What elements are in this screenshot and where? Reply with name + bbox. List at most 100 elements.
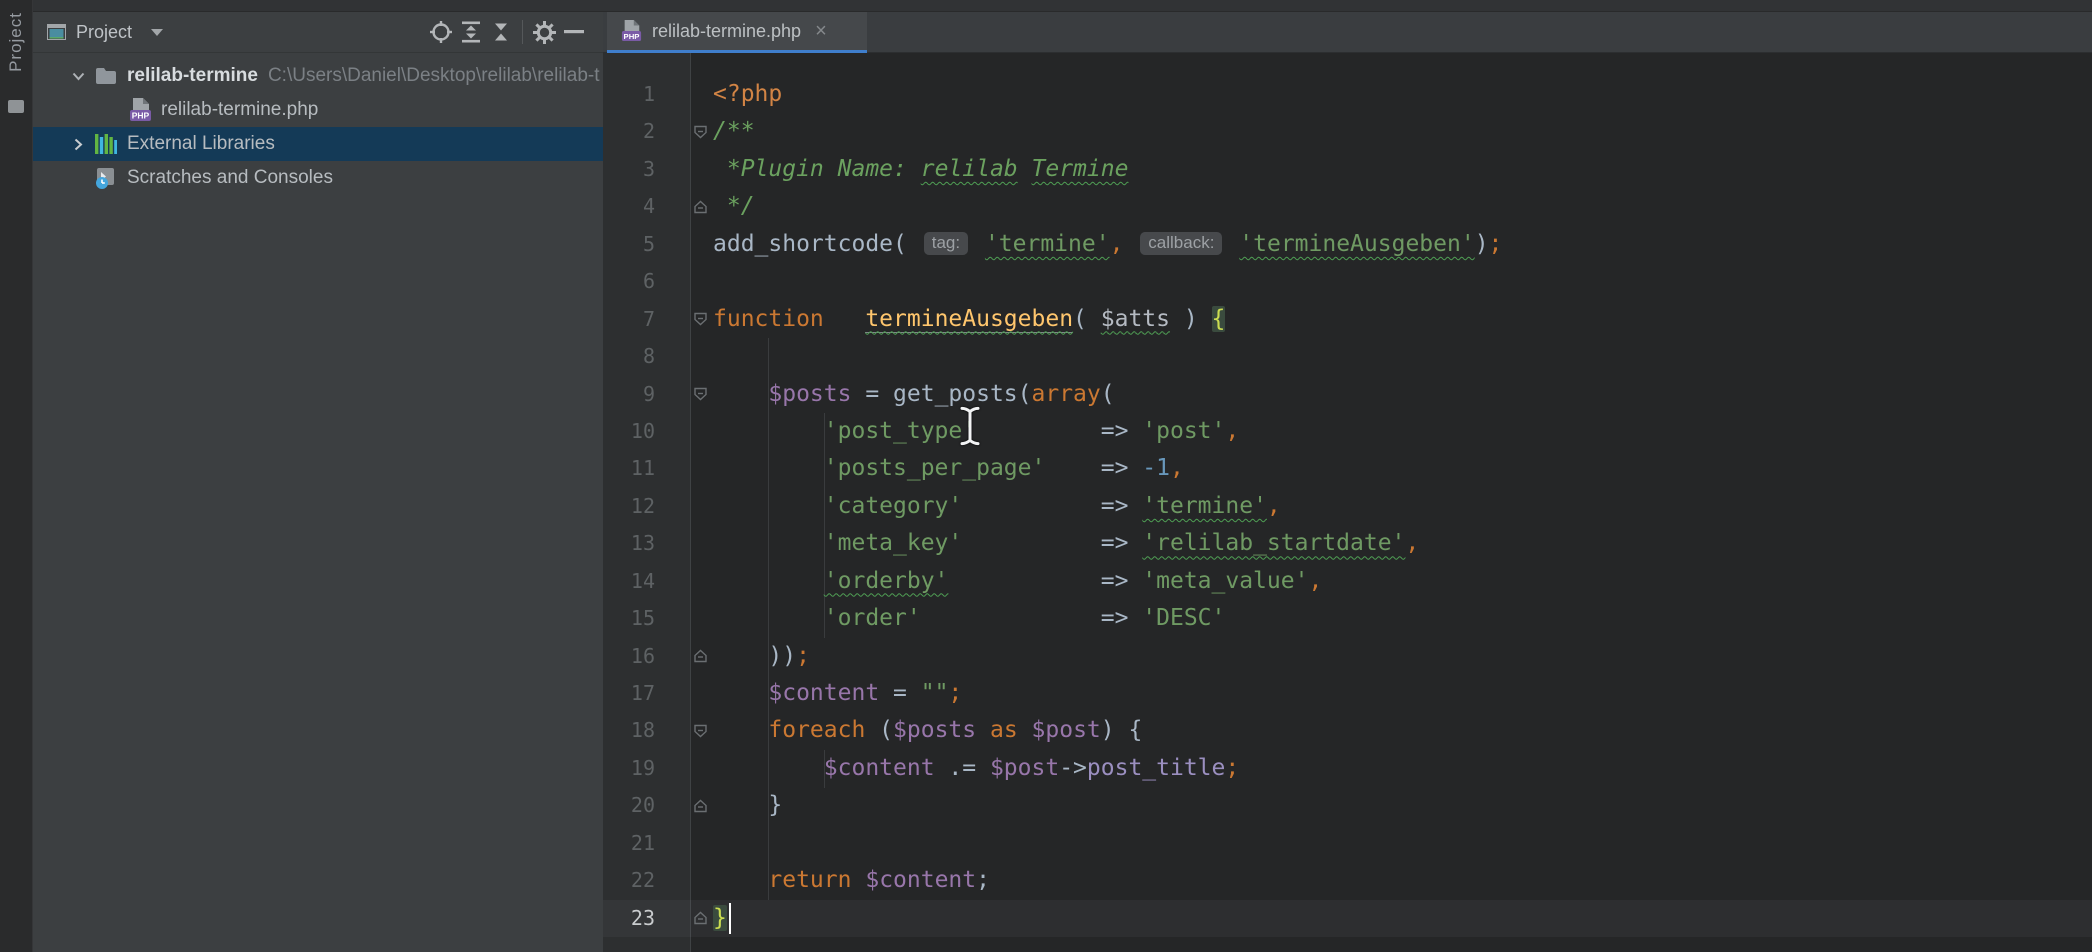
code-token: => — [1101, 605, 1143, 631]
text-cursor-pointer — [958, 406, 982, 446]
fold-open-icon[interactable] — [693, 125, 708, 140]
gutter-row: 23 — [603, 900, 713, 937]
code-token: 'posts_per_page' — [824, 455, 1046, 481]
fold-close-icon[interactable] — [693, 799, 708, 814]
expand-all-icon[interactable] — [456, 17, 486, 47]
gutter-row: 10 — [603, 413, 713, 450]
code-token — [976, 418, 1101, 444]
code-token: 'DESC' — [1142, 605, 1225, 631]
gutter-row: 6 — [603, 263, 713, 300]
code-token: 'post' — [1142, 418, 1225, 444]
collapse-all-icon[interactable] — [486, 17, 516, 47]
gutter-row: 11 — [603, 450, 713, 487]
line-number: 6 — [603, 263, 655, 300]
line-number: 22 — [603, 862, 655, 899]
line-number: 21 — [603, 825, 655, 862]
top-strip — [0, 0, 2092, 12]
tool-window-stripe: Project — [0, 0, 33, 952]
code-token: Termine — [1032, 156, 1129, 182]
tab-close-icon[interactable]: × — [815, 21, 827, 41]
editor-tab-bar: PHP relilab-termine.php × — [603, 12, 2092, 53]
library-icon — [91, 133, 121, 155]
code-token: => — [1101, 418, 1143, 444]
code-line: 'posts_per_page' => -1, — [713, 450, 1502, 487]
code-token: .= — [935, 755, 990, 781]
php-file-icon: PHP — [125, 97, 155, 123]
tree-item-root-folder[interactable]: relilab-termine C:\Users\Daniel\Desktop\… — [33, 59, 603, 93]
code-token — [1045, 455, 1100, 481]
locate-icon[interactable] — [426, 17, 456, 47]
fold-close-icon[interactable] — [693, 911, 708, 926]
code-line: *Plugin Name: relilab Termine — [713, 151, 1502, 188]
code-editor[interactable]: 1234567891011121314151617181920212223 <?… — [603, 53, 2092, 952]
code-line: /** — [713, 113, 1502, 150]
line-number: 8 — [603, 338, 655, 375]
gutter-row: 13 — [603, 525, 713, 562]
gutter-row: 3 — [603, 151, 713, 188]
gutter-row: 22 — [603, 862, 713, 899]
code-token — [713, 568, 824, 594]
code-token: $posts — [893, 717, 976, 743]
code-token: ( — [1101, 381, 1115, 407]
code-line: function termineAusgeben( $atts ) { — [713, 301, 1502, 338]
fold-close-icon[interactable] — [693, 649, 708, 664]
project-tree: relilab-termine C:\Users\Daniel\Desktop\… — [33, 53, 603, 195]
line-number: 16 — [603, 638, 655, 675]
code-token: ; — [1489, 231, 1503, 257]
hide-panel-icon[interactable] — [559, 17, 589, 47]
code-token: tag: — [924, 232, 968, 255]
tab-label: relilab-termine.php — [652, 21, 801, 42]
code-token: ) — [1475, 231, 1489, 257]
code-token — [971, 231, 985, 257]
gutter-row: 14 — [603, 563, 713, 600]
code-token: => — [1101, 568, 1143, 594]
code-token: array — [1032, 381, 1101, 407]
tree-item-php-file[interactable]: PHP relilab-termine.php — [33, 93, 603, 127]
code-line: } — [713, 900, 1502, 937]
fold-open-icon[interactable] — [693, 387, 708, 402]
code-token: ; — [796, 643, 810, 669]
code-line: 'orderby' => 'meta_value', — [713, 563, 1502, 600]
tree-item-external-libraries[interactable]: External Libraries — [33, 127, 603, 161]
settings-gear-icon[interactable] — [529, 17, 559, 47]
code-token: ( — [865, 717, 893, 743]
code-token: get_posts( — [893, 381, 1031, 407]
tree-item-scratches[interactable]: Scratches and Consoles — [33, 161, 603, 195]
gutter-row: 17 — [603, 675, 713, 712]
project-dropdown-chevron-icon[interactable] — [142, 17, 172, 47]
code-token — [713, 755, 824, 781]
fold-open-icon[interactable] — [693, 312, 708, 327]
code-token: "" — [921, 680, 949, 706]
code-token: 'meta_key' — [824, 530, 962, 556]
code-token: } — [713, 905, 727, 931]
code-token: ; — [948, 680, 962, 706]
code-token: , — [1308, 568, 1322, 594]
code-token: <?php — [713, 81, 782, 107]
code-line: return $content; — [713, 862, 1502, 899]
chevron-right-icon[interactable] — [65, 138, 91, 151]
stripe-project-tab[interactable]: Project — [6, 12, 26, 72]
tree-item-label: External Libraries — [127, 133, 275, 155]
code-token: 'orderby' — [824, 568, 949, 594]
code-token: 'order' — [824, 605, 921, 631]
line-number: 12 — [603, 488, 655, 525]
code-token: ( — [1073, 306, 1101, 332]
code-token: return — [768, 867, 851, 893]
line-number: 18 — [603, 712, 655, 749]
line-number: 7 — [603, 301, 655, 338]
code-token — [713, 418, 824, 444]
project-panel: Project — [33, 12, 603, 952]
code-token: = — [879, 680, 921, 706]
fold-close-icon[interactable] — [693, 200, 708, 215]
chevron-down-icon[interactable] — [65, 72, 91, 81]
gutter-row: 4 — [603, 188, 713, 225]
code-line: 'category' => 'termine', — [713, 488, 1502, 525]
line-number: 9 — [603, 376, 655, 413]
code-token: function — [713, 306, 824, 332]
code-token: 'relilab_startdate' — [1142, 530, 1405, 556]
tab-relilab-termine-php[interactable]: PHP relilab-termine.php × — [607, 12, 867, 53]
code-text[interactable]: <?php/** *Plugin Name: relilab Termine *… — [713, 76, 1502, 937]
code-token — [962, 530, 1100, 556]
line-number: 3 — [603, 151, 655, 188]
fold-open-icon[interactable] — [693, 724, 708, 739]
